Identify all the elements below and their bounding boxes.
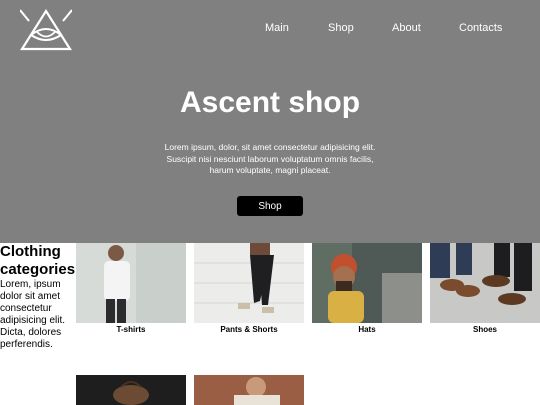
tshirts-photo (76, 243, 186, 323)
category-card-tshirts[interactable]: T-shirts (76, 243, 186, 334)
category-card-pants-shorts[interactable]: Pants & Shorts (194, 243, 304, 334)
category-card-bags[interactable] (76, 375, 186, 405)
shop-button[interactable]: Shop (237, 196, 303, 216)
category-label: Pants & Shorts (220, 325, 278, 334)
bags-photo (76, 375, 186, 405)
nav-contacts-link[interactable]: Contacts (459, 22, 502, 34)
nav-main-link[interactable]: Main (265, 22, 289, 34)
category-card-shoes[interactable]: Shoes (430, 243, 540, 334)
pants-shorts-photo (194, 243, 304, 323)
category-card-jackets[interactable] (194, 375, 304, 405)
shoes-photo (430, 243, 540, 323)
category-label: Hats (358, 325, 376, 334)
category-label: T-shirts (116, 325, 146, 334)
category-label: Shoes (472, 325, 497, 334)
nav-shop-link[interactable]: Shop (328, 22, 354, 34)
jackets-photo (194, 375, 304, 405)
nav-about-link[interactable]: About (392, 22, 421, 34)
main-nav: Main Shop About Contacts (0, 22, 540, 38)
hero-section: Main Shop About Contacts Ascent shop Lor… (0, 0, 540, 243)
hats-photo (312, 243, 422, 323)
categories-heading: Clothing categories (0, 243, 76, 278)
hero-title: Ascent shop (179, 86, 361, 119)
categories-description: Lorem, ipsum dolor sit amet consectetur … (0, 279, 66, 350)
hero-description: Lorem ipsum, dolor, sit amet consectetur… (164, 142, 376, 175)
category-card-hats[interactable]: Hats (312, 243, 422, 334)
